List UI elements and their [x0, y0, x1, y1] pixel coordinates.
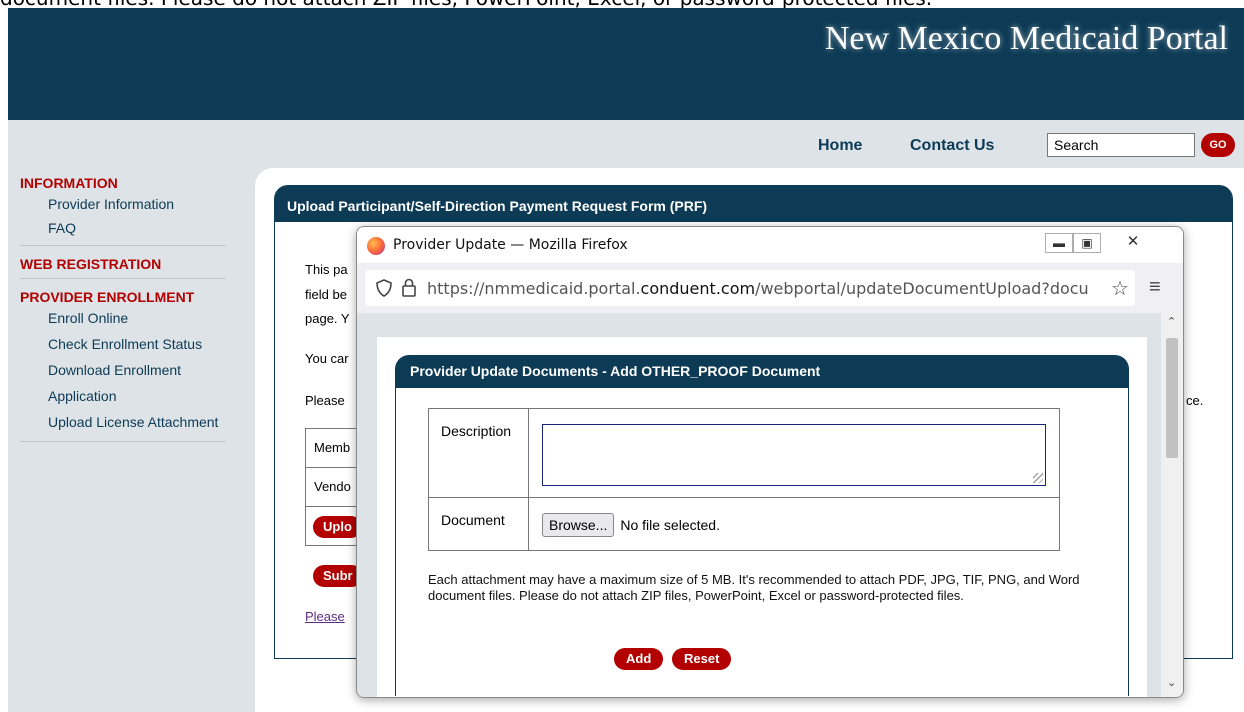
file-status: No file selected. — [620, 517, 720, 533]
nav-item-check-enrollment-status[interactable]: Check Enrollment Status — [20, 331, 226, 357]
nav-divider — [20, 245, 226, 246]
prf-panel-title: Upload Participant/Self-Direction Paymen… — [275, 186, 1232, 222]
nav-heading-provider-enrollment: PROVIDER ENROLLMENT — [20, 289, 195, 305]
help-link[interactable]: Please — [305, 609, 345, 624]
window-titlebar[interactable]: Provider Update — Mozilla Firefox ▬ ▣ ✕ — [357, 227, 1183, 263]
scroll-down-icon[interactable]: ⌄ — [1167, 676, 1176, 689]
intro-text-fragment: You car — [305, 351, 349, 366]
nav-item-faq[interactable]: FAQ — [20, 217, 226, 239]
upload-documents-panel: Provider Update Documents - Add OTHER_PR… — [395, 355, 1129, 696]
intro-text-fragment: This pa — [305, 262, 348, 277]
nav-heading-information: INFORMATION — [20, 175, 118, 191]
go-button[interactable]: GO — [1201, 133, 1235, 157]
document-label: Document — [428, 497, 529, 551]
description-label: Description — [428, 408, 529, 498]
resize-handle-icon[interactable] — [1033, 473, 1043, 483]
left-navigation: INFORMATION Provider Information FAQ WEB… — [20, 175, 226, 452]
url-text[interactable]: https://nmmedicaid.portal.conduent.com/w… — [427, 279, 1107, 298]
scroll-up-icon[interactable]: ⌃ — [1167, 315, 1176, 328]
intro-text-fragment: page. Y — [305, 311, 350, 326]
nav-home-link[interactable]: Home — [818, 137, 862, 155]
firefox-popup-window: Provider Update — Mozilla Firefox ▬ ▣ ✕ … — [356, 226, 1184, 698]
reset-button[interactable]: Reset — [672, 648, 732, 670]
upload-button[interactable]: Uplo — [313, 516, 362, 538]
upload-panel-title: Provider Update Documents - Add OTHER_PR… — [396, 356, 1128, 388]
add-button[interactable]: Add — [614, 648, 664, 670]
firefox-icon — [367, 237, 385, 255]
window-title: Provider Update — Mozilla Firefox — [393, 237, 628, 253]
table-row: Description — [428, 408, 1060, 498]
site-title: New Mexico Medicaid Portal — [824, 20, 1228, 57]
nav-item-upload-license[interactable]: Upload License Attachment — [20, 409, 226, 435]
intro-text-fragment: field be — [305, 287, 347, 302]
url-field[interactable]: https://nmmedicaid.portal.conduent.com/w… — [365, 270, 1135, 306]
nav-item-provider-information[interactable]: Provider Information — [20, 191, 226, 217]
search-input[interactable]: Search — [1047, 133, 1195, 157]
intro-text-fragment: Please — [305, 393, 345, 408]
attachment-help-text: Each attachment may have a maximum size … — [428, 572, 1080, 603]
star-icon[interactable]: ☆ — [1111, 276, 1129, 301]
lock-icon[interactable] — [401, 278, 417, 298]
browse-button[interactable]: Browse... — [542, 513, 615, 537]
minimize-icon[interactable]: ▬ — [1045, 233, 1073, 253]
nav-heading-web-registration[interactable]: WEB REGISTRATION — [20, 256, 226, 272]
nav-divider — [20, 278, 226, 279]
nav-contact-link[interactable]: Contact Us — [910, 137, 994, 155]
menu-icon[interactable]: ≡ — [1149, 276, 1161, 299]
shield-icon[interactable] — [375, 279, 393, 297]
nav-item-download-enrollment[interactable]: Download Enrollment — [20, 357, 226, 383]
maximize-icon[interactable]: ▣ — [1073, 233, 1101, 253]
nav-divider — [20, 441, 226, 442]
address-bar: https://nmmedicaid.portal.conduent.com/w… — [357, 263, 1183, 313]
close-icon[interactable]: ✕ — [1111, 233, 1155, 253]
nav-item-enroll-online[interactable]: Enroll Online — [20, 305, 226, 331]
upload-form-table: Description Document Browse... No file se… — [428, 408, 1060, 551]
clipped-top-text: document files. Please do not attach ZIP… — [0, 0, 1244, 8]
scrollbar[interactable]: ⌃ ⌄ — [1161, 313, 1183, 697]
intro-text-fragment: ce. — [1186, 393, 1204, 408]
header-banner: New Mexico Medicaid Portal — [8, 8, 1244, 120]
nav-item-application[interactable]: Application — [20, 383, 226, 409]
table-row: Document Browse... No file selected. — [428, 497, 1060, 551]
description-textarea[interactable] — [542, 424, 1046, 486]
scroll-thumb[interactable] — [1166, 338, 1178, 458]
